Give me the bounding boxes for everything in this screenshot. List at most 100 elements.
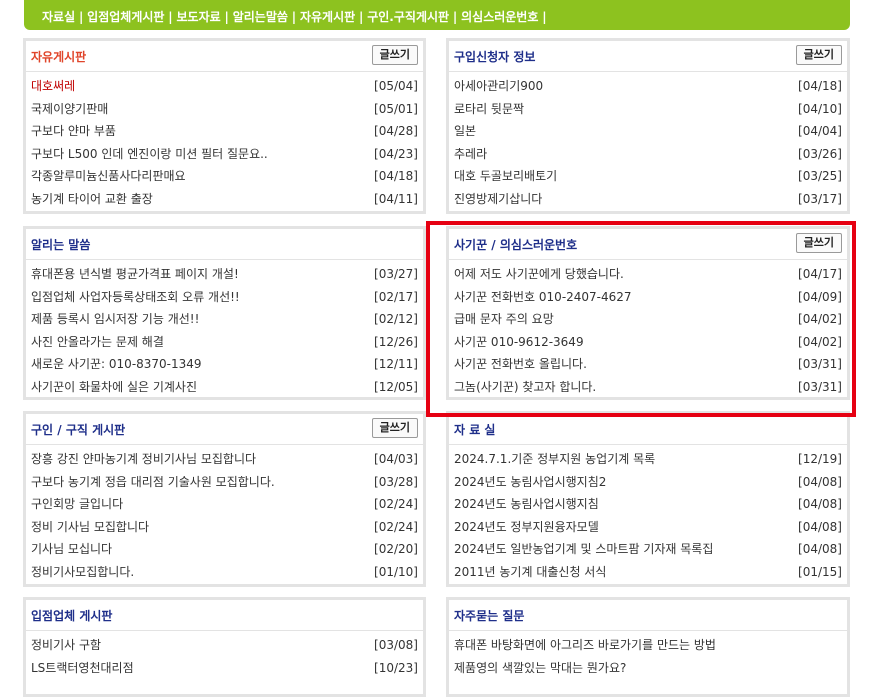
post-date: [01/10] [374, 564, 418, 579]
post-list: 장흥 강진 얀마농기계 정비기사님 모집합니다 [04/03] 구보다 농기계 정… [26, 448, 423, 584]
list-item[interactable]: 구보다 얀마 부품 [04/28] [26, 120, 423, 143]
nav-notice[interactable]: 알리는말씀 [233, 10, 288, 24]
post-title[interactable]: 2024.7.1.기준 정부지원 농업기계 목록 [454, 448, 790, 471]
post-title[interactable]: 농기계 타이어 교환 출장 [31, 188, 366, 211]
post-date: [03/26] [798, 146, 842, 161]
list-item[interactable]: 2024년도 정부지원융자모델 [04/08] [449, 516, 847, 539]
post-title[interactable]: 구보다 L500 인데 엔진이랑 미션 필터 질문요.. [31, 143, 366, 166]
list-item[interactable]: 사기꾼이 화물차에 실은 기계사진 [12/05] [26, 376, 423, 399]
list-item[interactable]: 2024년도 일반농업기계 및 스마트팜 기자재 목록집 [04/08] [449, 538, 847, 561]
post-list: 대호써레 [05/04] 국제이양기판매 [05/01] 구보다 얀마 부품 [04/… [26, 75, 423, 211]
list-item[interactable]: 장흥 강진 얀마농기계 정비기사님 모집합니다 [04/03] [26, 448, 423, 471]
nav-free-board[interactable]: 자유게시판 [300, 10, 355, 24]
post-title[interactable]: 장흥 강진 얀마농기계 정비기사님 모집합니다 [31, 448, 366, 471]
list-item[interactable]: 정비기사모집합니다. [01/10] [26, 561, 423, 584]
board-title[interactable]: 구입신청자 정보 [454, 48, 535, 65]
list-item[interactable]: 진영방제기삽니다 [03/17] [449, 188, 847, 211]
list-item[interactable]: 대호 두골보리배토기 [03/25] [449, 165, 847, 188]
list-item[interactable]: 구보다 농기계 정읍 대리점 기술사원 모집합니다. [03/28] [26, 471, 423, 494]
nav-suspicious-numbers[interactable]: 의심스러운번호 [461, 10, 538, 24]
nav-archive[interactable]: 자료실 [42, 10, 75, 24]
list-item[interactable]: 각종알루미늄신품사다리판매요 [04/18] [26, 165, 423, 188]
post-title[interactable]: 각종알루미늄신품사다리판매요 [31, 165, 366, 188]
post-title[interactable]: 구보다 농기계 정읍 대리점 기술사원 모집합니다. [31, 471, 366, 494]
post-title[interactable]: 구인회망 글입니다 [31, 493, 366, 516]
post-title[interactable]: 정비기사 구함 [31, 634, 366, 657]
list-item[interactable]: 새로운 사기꾼: 010-8370-1349 [12/11] [26, 353, 423, 376]
post-title[interactable]: 구보다 얀마 부품 [31, 120, 366, 143]
list-item[interactable]: 일본 [04/04] [449, 120, 847, 143]
post-title[interactable]: 사기꾼이 화물차에 실은 기계사진 [31, 376, 366, 399]
list-item[interactable]: 2024년도 농림사업시행지침 [04/08] [449, 493, 847, 516]
post-title[interactable]: 일본 [454, 120, 790, 143]
write-button[interactable]: 글쓰기 [371, 45, 418, 65]
post-date: [04/18] [374, 169, 418, 184]
post-title[interactable]: 추레라 [454, 143, 790, 166]
post-title[interactable]: 아세아관리기900 [454, 75, 790, 98]
post-title[interactable]: 국제이양기판매 [31, 98, 366, 121]
post-list: 아세아관리기900 [04/18] 로타리 뒷문짝 [04/10] 일본 [04/04… [449, 75, 847, 211]
board-title[interactable]: 알리는 말씀 [31, 236, 90, 253]
post-title[interactable]: 정비기사모집합니다. [31, 561, 366, 584]
post-list: 휴대폰 바탕화면에 아그리즈 바로가기를 만드는 방법 제품영의 색깔있는 막대… [449, 634, 847, 679]
list-item[interactable]: 로타리 뒷문짝 [04/10] [449, 98, 847, 121]
list-item[interactable]: 농기계 타이어 교환 출장 [04/11] [26, 188, 423, 211]
list-item[interactable]: 추레라 [03/26] [449, 143, 847, 166]
list-item[interactable]: 대호써레 [05/04] [26, 75, 423, 98]
post-title[interactable]: LS트랙터영천대리점 [31, 657, 366, 680]
list-item[interactable]: LS트랙터영천대리점 [10/23] [26, 657, 423, 680]
list-item[interactable]: 기사님 모십니다 [02/20] [26, 538, 423, 561]
list-item[interactable]: 2024.7.1.기준 정부지원 농업기계 목록 [12/19] [449, 448, 847, 471]
post-title[interactable]: 대호써레 [31, 75, 366, 98]
list-item[interactable]: 입점업체 사업자등록상태조회 오류 개선!! [02/17] [26, 286, 423, 309]
nav-jobs-board[interactable]: 구인.구직게시판 [367, 10, 449, 24]
board-title[interactable]: 자주묻는 질문 [454, 607, 524, 624]
board-title[interactable]: 구인 / 구직 게시판 [31, 421, 125, 438]
board-title[interactable]: 입점업체 게시판 [31, 607, 112, 624]
list-item[interactable]: 휴대폰용 년식별 평균가격표 페이지 개설! [03/27] [26, 263, 423, 286]
post-title[interactable]: 정비 기사님 모집합니다 [31, 516, 366, 539]
list-item[interactable]: 제품 등록시 임시저장 기능 개선!! [02/12] [26, 308, 423, 331]
post-title[interactable]: 사진 안올라가는 문제 해결 [31, 331, 366, 354]
list-item[interactable]: 구보다 L500 인데 엔진이랑 미션 필터 질문요.. [04/23] [26, 143, 423, 166]
post-title[interactable]: 제품영의 색깔있는 막대는 뭔가요? [454, 657, 790, 680]
top-navigation-links: 자료실 | 입점업체게시판 | 보도자료 | 알리는말씀 | 자유게시판 | 구… [42, 8, 547, 25]
post-title[interactable]: 입점업체 사업자등록상태조회 오류 개선!! [31, 286, 366, 309]
post-date: [04/18] [798, 79, 842, 93]
post-title[interactable]: 2011년 농기계 대출신청 서식 [454, 561, 790, 584]
nav-press[interactable]: 보도자료 [177, 10, 221, 24]
list-item[interactable]: 구인회망 글입니다 [02/24] [26, 493, 423, 516]
nav-separator: | [168, 10, 173, 24]
post-title[interactable]: 2024년도 농림사업시행지침 [454, 493, 790, 516]
nav-vendor-board[interactable]: 입점업체게시판 [87, 10, 164, 24]
post-date: [04/11] [374, 191, 418, 206]
list-item[interactable]: 국제이양기판매 [05/01] [26, 98, 423, 121]
vendor-board: 입점업체 게시판 정비기사 구함 [03/08] LS트랙터영천대리점 [10/23… [23, 597, 426, 697]
post-title[interactable]: 진영방제기삽니다 [454, 188, 790, 211]
highlight-frame [426, 221, 856, 417]
list-item[interactable]: 아세아관리기900 [04/18] [449, 75, 847, 98]
write-button[interactable]: 글쓰기 [371, 418, 418, 438]
board-title[interactable]: 자 료 실 [454, 421, 495, 438]
post-title[interactable]: 휴대폰용 년식별 평균가격표 페이지 개설! [31, 263, 366, 286]
list-item[interactable]: 제품영의 색깔있는 막대는 뭔가요? [449, 657, 847, 680]
faq-board: 자주묻는 질문 휴대폰 바탕화면에 아그리즈 바로가기를 만드는 방법 제품영의… [446, 597, 850, 697]
list-item[interactable]: 2011년 농기계 대출신청 서식 [01/15] [449, 561, 847, 584]
list-item[interactable]: 휴대폰 바탕화면에 아그리즈 바로가기를 만드는 방법 [449, 634, 847, 657]
list-item[interactable]: 정비 기사님 모집합니다 [02/24] [26, 516, 423, 539]
post-title[interactable]: 2024년도 일반농업기계 및 스마트팜 기자재 목록집 [454, 538, 790, 561]
post-title[interactable]: 제품 등록시 임시저장 기능 개선!! [31, 308, 366, 331]
nav-separator: | [78, 10, 84, 24]
post-title[interactable]: 로타리 뒷문짝 [454, 98, 790, 121]
post-title[interactable]: 2024년도 농림사업시행지침2 [454, 471, 790, 494]
post-title[interactable]: 휴대폰 바탕화면에 아그리즈 바로가기를 만드는 방법 [454, 634, 790, 657]
post-title[interactable]: 2024년도 정부지원융자모델 [454, 516, 790, 539]
list-item[interactable]: 사진 안올라가는 문제 해결 [12/26] [26, 331, 423, 354]
post-title[interactable]: 대호 두골보리배토기 [454, 165, 790, 188]
post-title[interactable]: 새로운 사기꾼: 010-8370-1349 [31, 353, 366, 376]
list-item[interactable]: 정비기사 구함 [03/08] [26, 634, 423, 657]
write-button[interactable]: 글쓰기 [795, 45, 842, 65]
list-item[interactable]: 2024년도 농림사업시행지침2 [04/08] [449, 471, 847, 494]
board-title[interactable]: 자유게시판 [31, 48, 86, 65]
post-title[interactable]: 기사님 모십니다 [31, 538, 366, 561]
